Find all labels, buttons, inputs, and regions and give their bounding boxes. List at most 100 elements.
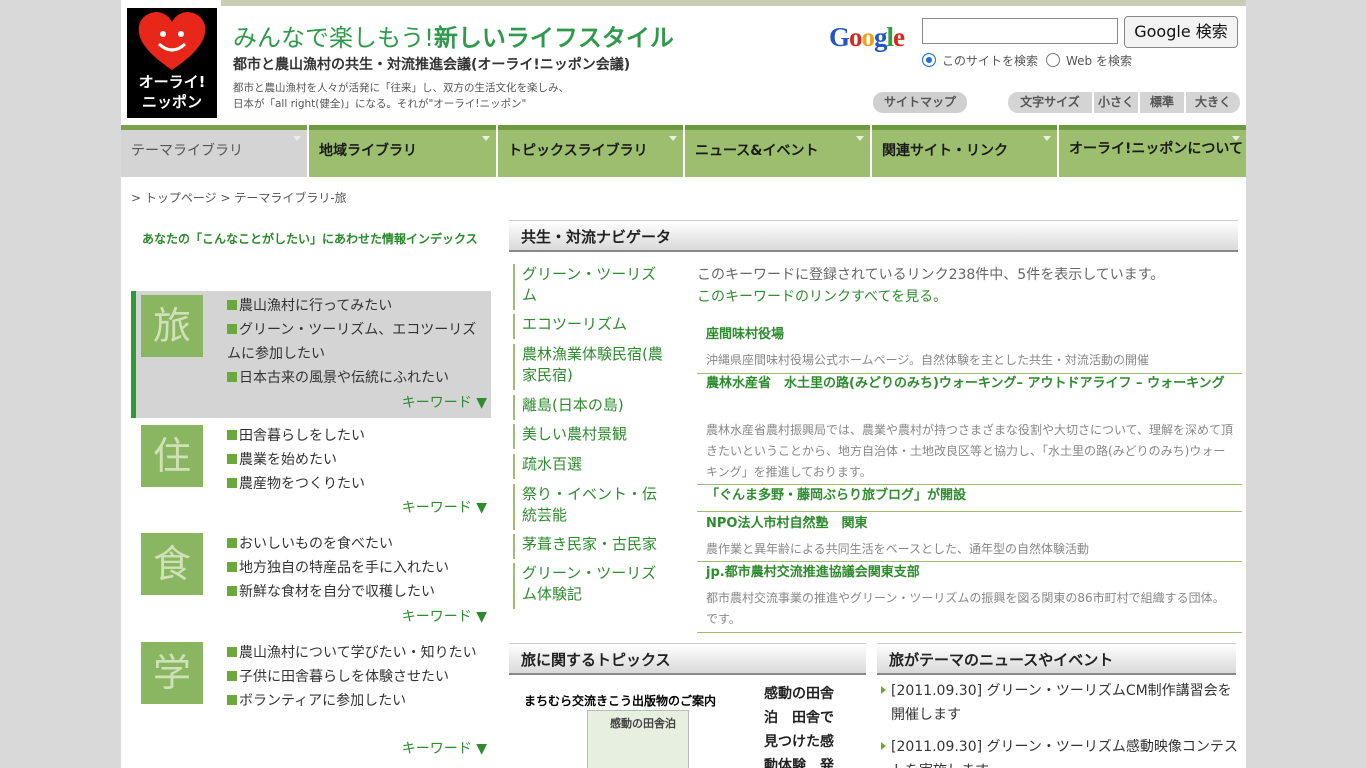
result-title[interactable]: 農林水産省 水土里の路(みどりのみち)ウォーキング– アウトドアライフ – ウォ… xyxy=(706,374,1236,394)
keyword-link[interactable]: 茅葺き民家・古民家 xyxy=(513,534,671,559)
nav-news-events[interactable]: ニュース&イベント xyxy=(685,125,870,177)
living-kanji-icon[interactable]: 住 xyxy=(141,425,203,487)
radio-checked-icon xyxy=(922,53,936,67)
keyword-link[interactable]: 美しい農村景観 xyxy=(513,424,671,449)
nav-topics-library[interactable]: トピックスライブラリ xyxy=(498,125,683,177)
book-cover-title: 感動の田舎泊 xyxy=(610,717,676,730)
site-logo[interactable]: オーライ! ニッポン xyxy=(127,8,217,118)
result-title[interactable]: 座間味村役場 xyxy=(706,325,1236,345)
org-name: 都市と農山漁村の共生・対流推進会議(オーライ!ニッポン会議) xyxy=(233,57,631,73)
google-search-button[interactable]: Google 検索 xyxy=(1124,16,1238,48)
keyword-link[interactable]: 疏水百選 xyxy=(513,454,671,479)
nav-about[interactable]: オーライ!ニッポンについて xyxy=(1059,125,1246,177)
nav-label: 関連サイト・リンク xyxy=(882,143,1008,159)
learning-items: 農山漁村について学びたい・知りたい 子供に田舎暮らしを体験させたい ボランティア… xyxy=(227,641,477,713)
keyword-link[interactable]: 離島(日本の島) xyxy=(513,395,671,420)
logo-text-line2: ニッポン xyxy=(141,93,202,111)
site-description: 都市と農山漁村を人々が活発に「往来」し、双方の生活文化を楽しみ、 日本が「all… xyxy=(233,80,569,112)
list-item[interactable]: グリーン・ツーリズム、エコツーリズムに参加したい xyxy=(227,318,477,366)
radio-site-label: このサイトを検索 xyxy=(942,54,1039,68)
list-item[interactable]: 日本古来の風景や伝統にふれたい xyxy=(227,366,477,390)
radio-search-web[interactable]: Web を検索 xyxy=(1046,52,1132,69)
nav-theme-library[interactable]: テーマライブラリ xyxy=(121,125,307,177)
topics-title: 旅に関するトピックス xyxy=(509,643,866,675)
bullet-square-icon xyxy=(227,695,237,705)
list-item[interactable]: 農山漁村に行ってみたい xyxy=(227,294,477,318)
keyword-link[interactable]: エコツーリズム xyxy=(513,314,671,339)
list-item-label: 新鮮な食材を自分で収穫したい xyxy=(239,584,435,600)
list-item-label: 農業を始めたい xyxy=(239,452,337,468)
list-item[interactable]: 農業を始めたい xyxy=(227,448,477,472)
nav-region-library[interactable]: 地域ライブラリ xyxy=(309,125,496,177)
description-line2: 日本が「all right(健全)」になる。それが"オーライ!ニッポン" xyxy=(233,98,527,110)
result-count: このキーワードに登録されているリンク238件中、5件を表示しています。 このキー… xyxy=(697,264,1237,308)
keyword-toggle[interactable]: キーワード ▼ xyxy=(402,606,487,626)
result-title[interactable]: 「ぐんま多野・藤岡ぶらり旅ブログ」が開設 xyxy=(706,486,1236,506)
keyword-toggle[interactable]: キーワード ▼ xyxy=(402,738,487,758)
result-count-text: このキーワードに登録されているリンク238件中、5件を表示しています。 xyxy=(697,267,1165,283)
result-description: 都市農村交流事業の推進やグリーン・ツーリズムの振興を図る関東の86市町村で組織す… xyxy=(706,591,1225,626)
font-small-button[interactable]: 小さく xyxy=(1094,92,1138,113)
font-normal-button[interactable]: 標準 xyxy=(1140,92,1184,113)
list-item[interactable]: 新鮮な食材を自分で収穫したい xyxy=(227,580,477,604)
search-input[interactable] xyxy=(922,18,1118,44)
list-item-label: おいしいものを食べたい xyxy=(239,536,393,552)
breadcrumb: > トップページ > テーマライブラリ-旅 xyxy=(131,191,347,205)
result-item: 座間味村役場 沖縄県座間味村役場公式ホームページ。自然体験を主とした共生・対流活… xyxy=(697,322,1242,374)
topic-headline[interactable]: 感動の田舎泊 田舎で見つけた感動体験 発 xyxy=(764,682,838,768)
radio-web-label: Web を検索 xyxy=(1066,54,1132,68)
keyword-toggle[interactable]: キーワード ▼ xyxy=(402,497,487,517)
list-item-label: 農山漁村について学びたい・知りたい xyxy=(239,645,477,661)
news-title: 旅がテーマのニュースやイベント xyxy=(877,643,1236,675)
dropdown-arrow-icon xyxy=(669,136,677,141)
sitemap-button[interactable]: サイトマップ xyxy=(873,92,967,113)
result-title[interactable]: jp.都市農村交流推進協議会関東支部 xyxy=(706,563,1236,583)
keyword-link[interactable]: 祭り・イベント・伝統芸能 xyxy=(513,484,671,530)
learning-kanji-icon[interactable]: 学 xyxy=(141,642,203,704)
result-title[interactable]: NPO法人市村自然塾 関東 xyxy=(706,514,1236,534)
font-size-label: 文字サイズ xyxy=(1008,92,1092,113)
all-links-link[interactable]: このキーワードのリンクすべてを見る。 xyxy=(697,286,1237,308)
logo-text-line1: オーライ! xyxy=(138,73,206,91)
news-item[interactable]: [2011.09.30] グリーン・ツーリズムCM制作講習会を開催します xyxy=(881,679,1243,727)
radio-unchecked-icon xyxy=(1046,53,1060,67)
nav-label: トピックスライブラリ xyxy=(508,143,648,159)
food-kanji-icon[interactable]: 食 xyxy=(141,533,203,595)
page: オーライ! ニッポン みんなで楽しもう!新しいライフスタイル 都市と農山漁村の共… xyxy=(121,0,1246,768)
keyword-link[interactable]: グリーン・ツーリズム体験記 xyxy=(513,563,671,609)
radio-search-site[interactable]: このサイトを検索 xyxy=(922,52,1038,69)
slogan-bold: 新しいライフスタイル xyxy=(433,24,674,52)
list-item[interactable]: 農山漁村について学びたい・知りたい xyxy=(227,641,477,665)
nav-label: ニュース&イベント xyxy=(695,143,819,159)
top-strip xyxy=(221,0,1246,6)
index-heading: あなたの「こんなことがしたい」にあわせた情報インデックス xyxy=(142,232,478,246)
bullet-square-icon xyxy=(227,454,237,464)
list-item-label: 地方独自の特産品を手に入れたい xyxy=(239,560,449,576)
breadcrumb-home[interactable]: トップページ xyxy=(145,191,217,205)
bullet-square-icon xyxy=(227,430,237,440)
dropdown-arrow-icon xyxy=(293,136,301,141)
list-item[interactable]: おいしいものを食べたい xyxy=(227,532,477,556)
list-item[interactable]: 農産物をつくりたい xyxy=(227,472,477,496)
dropdown-arrow-icon xyxy=(1232,136,1240,141)
nav-related-links[interactable]: 関連サイト・リンク xyxy=(872,125,1057,177)
nav-label: テーマライブラリ xyxy=(131,143,243,159)
keyword-link[interactable]: 農林漁業体験民宿(農家民宿) xyxy=(513,344,671,390)
news-item[interactable]: [2011.09.30] グリーン・ツーリズム感動映像コンテストを実施します xyxy=(881,735,1243,768)
list-item[interactable]: ボランティアに参加したい xyxy=(227,689,477,713)
logo-text: オーライ! ニッポン xyxy=(127,72,217,112)
result-description: 沖縄県座間味村役場公式ホームページ。自然体験を主とした共生・対流活動の開催 xyxy=(706,353,1150,367)
list-item[interactable]: 子供に田舎暮らしを体験させたい xyxy=(227,665,477,689)
list-item[interactable]: 地方独自の特産品を手に入れたい xyxy=(227,556,477,580)
list-item[interactable]: 田舎暮らしをしたい xyxy=(227,424,477,448)
main-nav: テーマライブラリ 地域ライブラリ トピックスライブラリ ニュース&イベント 関連… xyxy=(121,125,1246,177)
travel-items: 農山漁村に行ってみたい グリーン・ツーリズム、エコツーリズムに参加したい 日本古… xyxy=(227,294,477,390)
travel-kanji-icon[interactable]: 旅 xyxy=(141,295,203,357)
font-large-button[interactable]: 大きく xyxy=(1186,92,1240,113)
result-item: jp.都市農村交流推進協議会関東支部 都市農村交流事業の推進やグリーン・ツーリズ… xyxy=(697,561,1242,633)
keyword-toggle[interactable]: キーワード ▼ xyxy=(402,392,487,412)
dropdown-arrow-icon xyxy=(482,136,490,141)
list-item-label: グリーン・ツーリズム、エコツーリズムに参加したい xyxy=(227,322,477,362)
keyword-link[interactable]: グリーン・ツーリズム xyxy=(513,264,671,310)
publication-banner[interactable]: まちむら交流きこう出版物のご案内 感動の田舎泊 xyxy=(519,684,755,768)
